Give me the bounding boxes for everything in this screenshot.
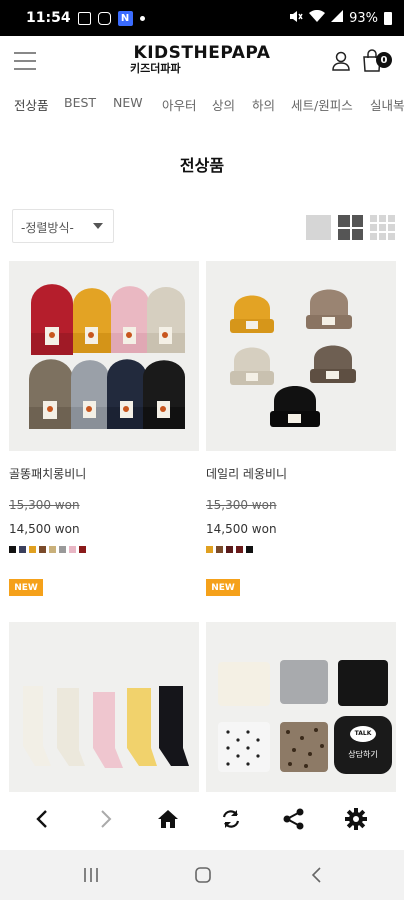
home-button-icon[interactable] [194, 866, 212, 888]
category-nav: 전상품 BEST NEW 아우터 상의 하의 세트/원피스 실내복 [0, 92, 404, 116]
battery-icon [384, 11, 392, 25]
talk-icon: TALK [350, 726, 376, 742]
forward-arrow-icon[interactable] [92, 806, 118, 832]
logo-korean: 키즈더파파 [130, 62, 181, 75]
product-original-price: 15,300 won [206, 498, 277, 512]
product-card[interactable] [9, 622, 199, 792]
color-swatch [29, 546, 36, 553]
color-swatch [246, 546, 253, 553]
product-name[interactable]: 골똥패치롱비니 [9, 465, 86, 482]
product-image[interactable] [9, 622, 199, 792]
share-icon[interactable] [281, 806, 307, 832]
chat-label: 상담하기 [348, 750, 378, 759]
battery-percent: 93% [349, 10, 378, 26]
signal-icon [331, 9, 344, 27]
view-grid-2-icon[interactable] [338, 215, 363, 240]
color-swatch [9, 546, 16, 553]
product-name[interactable]: 데일리 레옹비니 [206, 465, 287, 482]
site-logo[interactable]: KIDSTHEPAPA 키즈더파파 [128, 44, 276, 76]
product-original-price: 15,300 won [9, 498, 80, 512]
color-swatch [206, 546, 213, 553]
color-swatch [49, 546, 56, 553]
view-grid-3-icon[interactable] [370, 215, 395, 240]
logo-english: KIDSTHEPAPA [133, 43, 271, 63]
sort-select[interactable]: -정렬방식- [12, 209, 114, 243]
color-swatch [19, 546, 26, 553]
product-price: 14,500 won [9, 522, 80, 536]
view-toggle-group [306, 215, 395, 240]
recent-apps-icon[interactable] [82, 866, 100, 888]
color-swatches [206, 546, 253, 553]
category-item-outer[interactable]: 아우터 [162, 95, 197, 114]
site-header: KIDSTHEPAPA 키즈더파파 0 [0, 36, 404, 86]
naver-icon: N [117, 10, 133, 26]
product-image[interactable] [9, 261, 199, 451]
shield-icon [97, 11, 111, 25]
cart-count-badge: 0 [376, 52, 392, 68]
status-bar: 11:54 N 93% [0, 0, 404, 36]
product-card[interactable]: 골똥패치롱비니 15,300 won 14,500 won NEW [9, 261, 199, 601]
category-item-bottom[interactable]: 하의 [252, 95, 275, 114]
category-item-set[interactable]: 세트/원피스 [291, 95, 353, 114]
notification-dot-icon [139, 15, 145, 21]
color-swatches [9, 546, 86, 553]
chevron-down-icon [93, 223, 103, 229]
back-arrow-icon[interactable] [30, 806, 56, 832]
new-badge: NEW [9, 579, 43, 596]
system-nav-bar [0, 850, 404, 900]
mute-icon [289, 10, 303, 27]
new-badge: NEW [206, 579, 240, 596]
category-item-all[interactable]: 전상품 [14, 95, 49, 114]
gallery-icon [77, 11, 91, 25]
refresh-icon[interactable] [218, 806, 244, 832]
chat-consult-button[interactable]: TALK 상담하기 [334, 716, 392, 774]
system-back-icon[interactable] [308, 866, 326, 888]
sort-label: -정렬방식- [21, 221, 74, 235]
view-single-icon[interactable] [306, 215, 331, 240]
product-image[interactable] [206, 261, 396, 451]
hamburger-menu-icon[interactable] [14, 52, 36, 70]
color-swatch [79, 546, 86, 553]
color-swatch [69, 546, 76, 553]
color-swatch [226, 546, 233, 553]
category-item-best[interactable]: BEST [64, 95, 96, 110]
color-swatch [236, 546, 243, 553]
settings-gear-icon[interactable] [343, 806, 369, 832]
color-swatch [216, 546, 223, 553]
product-price: 14,500 won [206, 522, 277, 536]
beanie-red [31, 284, 73, 355]
page-title: 전상품 [179, 156, 225, 175]
wifi-icon [309, 9, 326, 27]
status-time: 11:54 [26, 10, 71, 26]
product-card[interactable]: 데일리 레옹비니 15,300 won 14,500 won NEW [206, 261, 396, 601]
category-item-new[interactable]: NEW [113, 95, 143, 110]
category-item-homewear[interactable]: 실내복 [370, 95, 404, 114]
color-swatch [39, 546, 46, 553]
browser-toolbar [0, 792, 404, 846]
category-item-top[interactable]: 상의 [212, 95, 235, 114]
color-swatch [59, 546, 66, 553]
home-icon[interactable] [155, 806, 181, 832]
cart-button[interactable]: 0 [362, 49, 392, 73]
user-icon[interactable] [330, 50, 352, 72]
